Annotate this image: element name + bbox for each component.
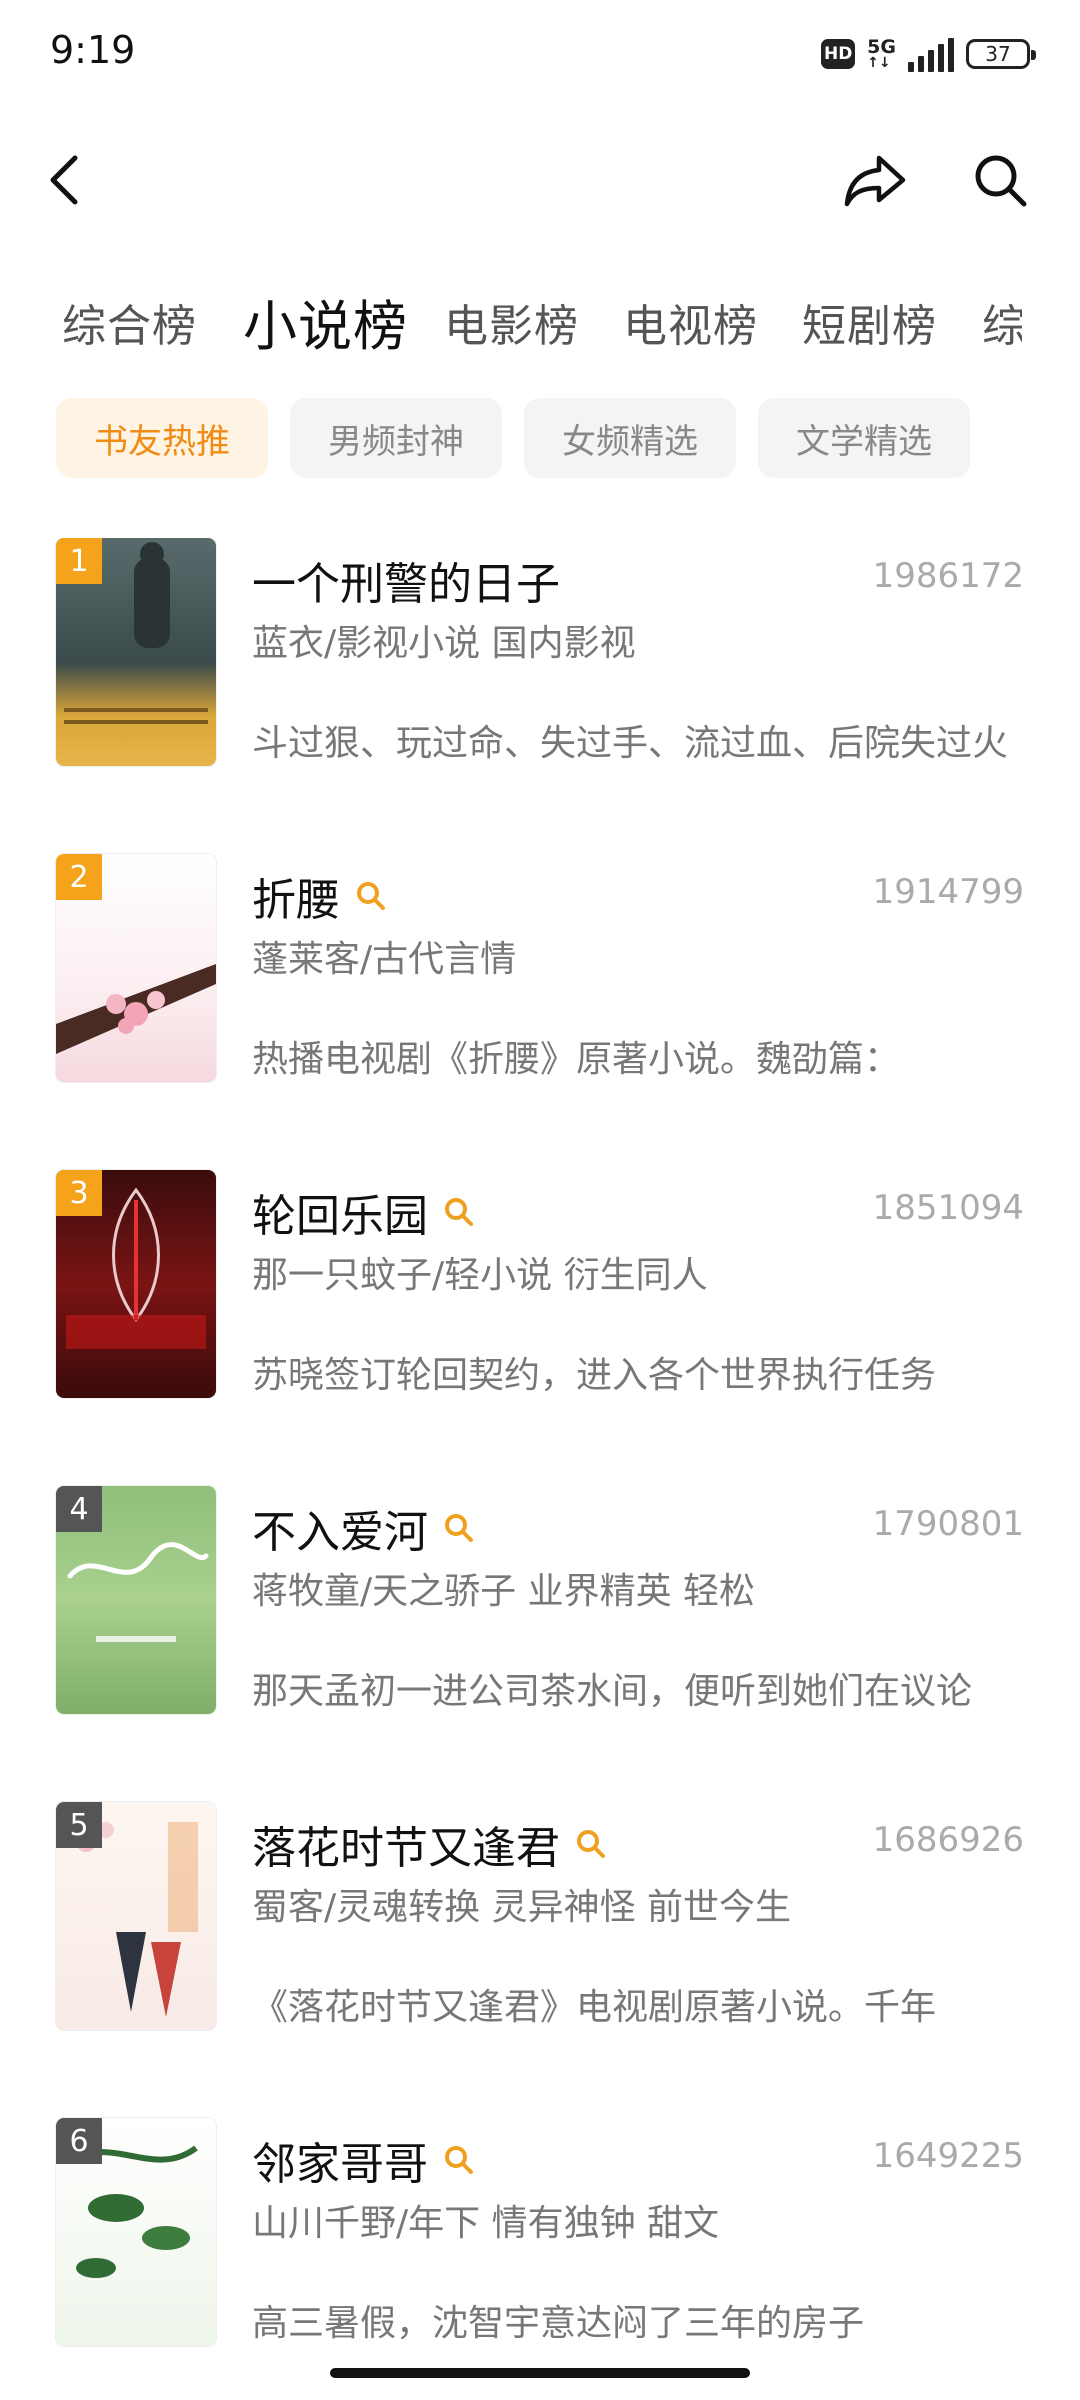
rank-badge: 4 [56,1486,102,1532]
book-item[interactable]: 1 一个刑警的日子 1986172 蓝衣/影视小说 国内影视 斗过狠、玩过命、失… [0,538,1080,778]
book-description: 热播电视剧《折腰》原著小说。魏劭篇： [252,1039,901,1080]
book-title: 一个刑警的日子 [252,559,560,610]
book-title-row: 一个刑警的日子 [252,548,560,612]
home-indicator[interactable] [330,2368,750,2378]
status-bar: 9:19 HD 5G ↑↓ 37 [0,0,1080,105]
book-item[interactable]: 3 轮回乐园 1851094 那一只蚊子/轻小说 衍生同人 苏晓签订轮回契约，进… [0,1170,1080,1410]
book-heat-count: 1649225 [872,2136,1024,2176]
tab-movie[interactable]: 电影榜 [444,290,579,354]
chip-reader-picks[interactable]: 书友热推 [56,398,268,478]
book-title: 折腰 [252,875,340,926]
book-heat-count: 1851094 [872,1188,1024,1228]
book-meta: 蜀客/灵魂转换 灵异神怪 前世今生 [252,1887,792,1928]
book-title-row: 落花时节又逢君 [252,1812,608,1876]
chip-male-picks[interactable]: 男频封神 [290,398,502,478]
tab-variety[interactable]: 综 [982,290,1022,354]
status-time: 9:19 [50,28,136,72]
book-cover[interactable]: 6 [56,2118,216,2346]
book-meta: 那一只蚊子/轻小说 衍生同人 [252,1255,708,1296]
book-title-row: 不入爱河 [252,1496,476,1560]
status-icons: HD 5G ↑↓ 37 [821,30,1036,78]
book-cover[interactable]: 1 [56,538,216,766]
book-title: 落花时节又逢君 [252,1823,560,1874]
search-button[interactable] [955,135,1045,225]
rank-badge: 1 [56,538,102,584]
tab-short-drama[interactable]: 短剧榜 [802,290,937,354]
book-item[interactable]: 6 邻家哥哥 1649225 山川千野/年下 情有独钟 甜文 高三暑假，沈智宇意… [0,2118,1080,2358]
search-icon[interactable] [354,879,388,913]
book-heat-count: 1686926 [872,1820,1024,1860]
rank-badge: 3 [56,1170,102,1216]
book-title-row: 折腰 [252,864,388,928]
book-cover[interactable]: 4 [56,1486,216,1714]
share-button[interactable] [830,135,920,225]
book-heat-count: 1914799 [872,872,1024,912]
chip-literature-picks[interactable]: 文学精选 [758,398,970,478]
data-arrows-icon: ↑↓ [867,55,891,71]
book-meta: 蒋牧童/天之骄子 业界精英 轻松 [252,1571,756,1612]
book-item[interactable]: 4 不入爱河 1790801 蒋牧童/天之骄子 业界精英 轻松 那天孟初一进公司… [0,1486,1080,1726]
rank-badge: 6 [56,2118,102,2164]
search-icon[interactable] [442,2143,476,2177]
book-title-row: 邻家哥哥 [252,2128,476,2192]
book-title: 邻家哥哥 [252,2139,428,2190]
top-nav [0,130,1080,230]
search-icon[interactable] [442,1195,476,1229]
book-title-row: 轮回乐园 [252,1180,476,1244]
book-description: 斗过狠、玩过命、失过手、流过血、后院失过火 [252,723,1009,764]
book-meta: 山川千野/年下 情有独钟 甜文 [252,2203,720,2244]
tab-novel[interactable]: 小说榜 [243,282,408,361]
battery-icon: 37 [966,39,1036,69]
book-cover[interactable]: 3 [56,1170,216,1398]
book-title: 轮回乐园 [252,1191,428,1242]
book-description: 那天孟初一进公司茶水间，便听到她们在议论 [252,1671,973,1712]
tab-comprehensive[interactable]: 综合榜 [62,290,197,354]
book-description: 苏晓签订轮回契约，进入各个世界执行任务 [252,1355,937,1396]
book-item[interactable]: 2 折腰 1914799 蓬莱客/古代言情 热播电视剧《折腰》原著小说。魏劭篇： [0,854,1080,1094]
book-title: 不入爱河 [252,1507,428,1558]
battery-level: 37 [985,42,1011,66]
hd-icon: HD [821,39,856,69]
network-label: 5G [867,36,896,58]
rank-badge: 5 [56,1802,102,1848]
book-meta: 蓝衣/影视小说 国内影视 [252,623,636,664]
back-button[interactable] [20,135,110,225]
filter-chips: 书友热推 男频封神 女频精选 文学精选 [56,398,970,478]
chip-female-picks[interactable]: 女频精选 [524,398,736,478]
search-icon [975,155,1027,207]
book-item[interactable]: 5 落花时节又逢君 1686926 蜀客/灵魂转换 灵异神怪 前世今生 《落花时… [0,1802,1080,2042]
tab-tv[interactable]: 电视榜 [623,290,758,354]
signal-icon [908,36,954,72]
book-list: 1 一个刑警的日子 1986172 蓝衣/影视小说 国内影视 斗过狠、玩过命、失… [0,538,1080,2358]
book-cover[interactable]: 2 [56,854,216,1082]
book-heat-count: 1790801 [872,1504,1024,1544]
book-cover[interactable]: 5 [56,1802,216,2030]
book-description: 《落花时节又逢君》电视剧原著小说。千年 [252,1987,937,2028]
book-meta: 蓬莱客/古代言情 [252,939,517,980]
back-arrow-icon [50,155,78,205]
share-icon [844,155,906,207]
book-heat-count: 1986172 [872,556,1024,596]
search-icon[interactable] [574,1827,608,1861]
rank-badge: 2 [56,854,102,900]
search-icon[interactable] [442,1511,476,1545]
rank-tabs: 综合榜 小说榜 电影榜 电视榜 短剧榜 综 [0,280,1080,370]
network-type: 5G ↑↓ [867,36,896,71]
book-description: 高三暑假，沈智宇意达闷了三年的房子 [252,2303,865,2344]
